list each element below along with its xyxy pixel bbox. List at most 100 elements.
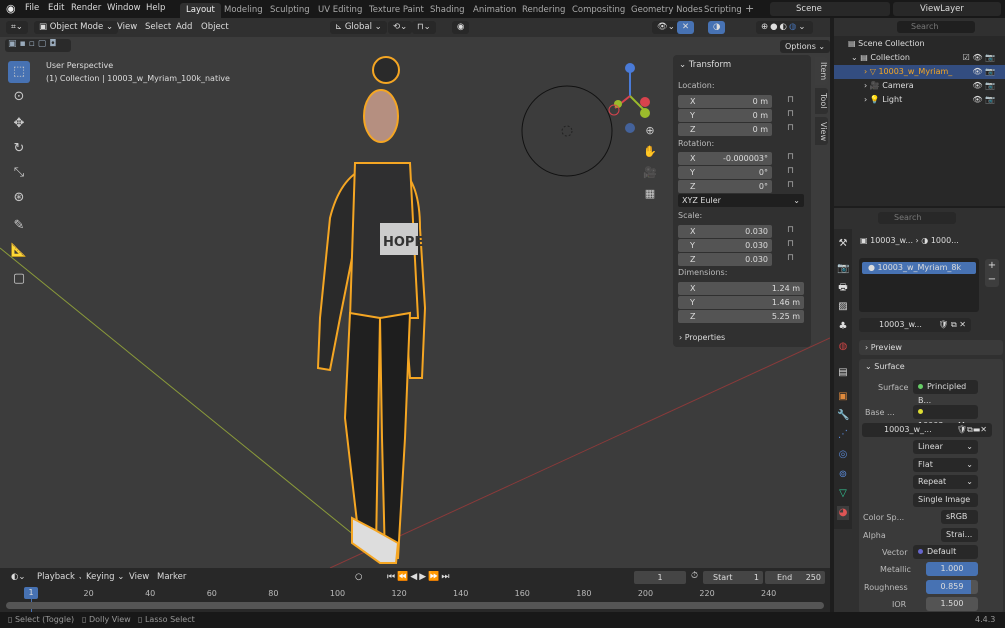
- outliner-light[interactable]: › 💡 Light 👁 📷: [834, 93, 1005, 107]
- rotation-z-field[interactable]: Z 0°: [678, 180, 772, 193]
- collection-tab-icon[interactable]: ▤: [837, 366, 849, 380]
- view-layer-selector[interactable]: ViewLayer: [893, 2, 1001, 16]
- camera-view-icon[interactable]: 🎥: [641, 162, 659, 183]
- menu-object[interactable]: Object: [196, 21, 234, 34]
- timeline-editor-type[interactable]: ◐⌄: [6, 571, 31, 584]
- blender-logo-icon[interactable]: ◉: [6, 2, 16, 15]
- annotate-tool[interactable]: ✎: [8, 215, 30, 237]
- lock-icon[interactable]: ⊓: [787, 239, 794, 249]
- gizmo-toggle-icon[interactable]: ✕: [677, 21, 695, 34]
- surface-header[interactable]: ⌄ Surface: [865, 362, 905, 371]
- zoom-icon[interactable]: ⊕: [641, 120, 659, 141]
- menu-keying[interactable]: Keying ⌄: [81, 571, 130, 584]
- visibility-icon[interactable]: 👁⌄: [652, 21, 680, 34]
- lock-icon[interactable]: ⊓: [787, 123, 794, 133]
- outliner-search[interactable]: Search: [897, 21, 975, 33]
- menu-view[interactable]: View: [112, 21, 142, 34]
- constraints-tab-icon[interactable]: ⊚: [837, 468, 849, 482]
- scene-tab-icon[interactable]: ♣: [837, 320, 849, 334]
- output-tab-icon[interactable]: 🖶: [837, 281, 849, 295]
- extension-field[interactable]: Repeat ⌄: [913, 475, 978, 489]
- mode-selector[interactable]: ▣ Object Mode ⌄: [34, 21, 119, 34]
- orientation-selector[interactable]: ⊾ Global ⌄: [330, 21, 387, 34]
- image-selector[interactable]: 10003_w_... 🛡⧉▬✕: [862, 423, 992, 437]
- ior-slider[interactable]: 1.500: [926, 597, 978, 611]
- roughness-slider[interactable]: 0.859: [926, 580, 978, 594]
- timer-icon[interactable]: ⏱: [691, 571, 698, 581]
- outliner-scene-collection[interactable]: ▤ Scene Collection: [834, 37, 1005, 51]
- end-frame-field[interactable]: End 250: [765, 571, 825, 584]
- base-color-field[interactable]: 10003_w_M...: [913, 405, 978, 430]
- object-tab-icon[interactable]: ▣: [837, 390, 849, 404]
- lock-icon[interactable]: ⊓: [787, 225, 794, 235]
- menu-add[interactable]: Add: [171, 21, 197, 34]
- select-mode-buttons[interactable]: ▣▪▫▢◘: [5, 39, 71, 52]
- tab-compositing[interactable]: Compositing: [566, 3, 631, 18]
- menu-render[interactable]: Render: [71, 3, 101, 13]
- add-workspace-icon[interactable]: +: [745, 2, 754, 15]
- source-field[interactable]: Single Image⌄: [913, 492, 978, 518]
- menu-edit[interactable]: Edit: [48, 3, 64, 13]
- overlay-toggle-icon[interactable]: ◑: [708, 21, 726, 34]
- lock-icon[interactable]: ⊓: [787, 180, 794, 190]
- menu-window[interactable]: Window: [107, 3, 141, 13]
- tab-item[interactable]: Item: [815, 57, 828, 85]
- vector-field[interactable]: Default: [913, 545, 978, 559]
- measure-tool[interactable]: 📐: [8, 240, 30, 262]
- playback-controls[interactable]: ⏮⏪◀▶⏩⏭: [382, 571, 457, 584]
- lock-icon[interactable]: ⊓: [787, 253, 794, 263]
- metallic-slider[interactable]: 1.000: [926, 562, 978, 576]
- rotation-y-field[interactable]: Y 0°: [678, 166, 772, 179]
- navigation-buttons[interactable]: ⊕ ✋ 🎥 ▦: [641, 120, 659, 200]
- snap-icon[interactable]: ⊓⌄: [412, 21, 436, 34]
- world-tab-icon[interactable]: ◍: [837, 340, 849, 354]
- location-z-field[interactable]: Z 0 m: [678, 123, 772, 136]
- properties-subpanel[interactable]: › Properties: [679, 333, 725, 342]
- transform-tool[interactable]: ⊛: [8, 187, 30, 209]
- scale-tool[interactable]: ⤡: [8, 162, 30, 184]
- tab-uv-editing[interactable]: UV Editing: [312, 3, 368, 18]
- scale-x-field[interactable]: X 0.030: [678, 225, 772, 238]
- particles-tab-icon[interactable]: ⋰: [837, 428, 849, 442]
- tab-tool[interactable]: Tool: [815, 88, 828, 114]
- render-tab-icon[interactable]: 📷: [837, 262, 849, 276]
- rotation-x-field[interactable]: X -0.000003°: [678, 152, 772, 165]
- view-layer-tab-icon[interactable]: ▨: [837, 300, 849, 314]
- dimensions-y-field[interactable]: Y 1.46 m: [678, 296, 804, 309]
- options-button[interactable]: Options ⌄: [780, 40, 831, 53]
- projection-field[interactable]: Flat ⌄: [913, 457, 978, 472]
- color-space-field[interactable]: sRGB⌄: [941, 510, 978, 535]
- tab-layout[interactable]: Layout: [180, 3, 221, 18]
- tab-modeling[interactable]: Modeling: [218, 3, 269, 18]
- properties-search[interactable]: Search: [878, 212, 956, 224]
- scale-y-field[interactable]: Y 0.030: [678, 239, 772, 252]
- modifier-tab-icon[interactable]: 🔧: [837, 409, 849, 423]
- lock-icon[interactable]: ⊓: [787, 95, 794, 105]
- tab-sculpting[interactable]: Sculpting: [264, 3, 316, 18]
- preview-panel[interactable]: › Preview: [859, 340, 1003, 355]
- dimensions-z-field[interactable]: Z 5.25 m: [678, 310, 804, 323]
- physics-tab-icon[interactable]: ◎: [837, 448, 849, 462]
- tab-geometry-nodes[interactable]: Geometry Nodes: [625, 3, 709, 18]
- scene-selector[interactable]: Scene: [770, 2, 890, 16]
- data-tab-icon[interactable]: ▽: [837, 487, 849, 501]
- lock-icon[interactable]: ⊓: [787, 109, 794, 119]
- menu-timeline-view[interactable]: View: [124, 571, 154, 584]
- rotate-tool[interactable]: ↻: [8, 138, 30, 160]
- alpha-field[interactable]: Strai...⌄: [941, 528, 978, 553]
- timeline-scrollbar[interactable]: [6, 602, 824, 609]
- pivot-icon[interactable]: ⟲⌄: [388, 21, 413, 34]
- playhead[interactable]: 1: [24, 587, 38, 599]
- tab-scripting[interactable]: Scripting: [698, 3, 748, 18]
- slot-add-remove-buttons[interactable]: + −: [985, 259, 999, 287]
- dimensions-x-field[interactable]: X 1.24 m: [678, 282, 804, 295]
- location-x-field[interactable]: X 0 m: [678, 95, 772, 108]
- surface-field[interactable]: Principled B...: [913, 380, 978, 405]
- material-slot-item[interactable]: ● 10003_w_Myriam_8k: [862, 262, 976, 274]
- editor-type-button[interactable]: ⌗⌄: [6, 21, 28, 34]
- lock-icon[interactable]: ⊓: [787, 166, 794, 176]
- tab-shading[interactable]: Shading: [424, 3, 471, 18]
- current-frame-field[interactable]: 1: [634, 571, 686, 584]
- transform-header[interactable]: ⌄ Transform: [679, 60, 731, 70]
- grid-ortho-icon[interactable]: ▦: [641, 183, 659, 204]
